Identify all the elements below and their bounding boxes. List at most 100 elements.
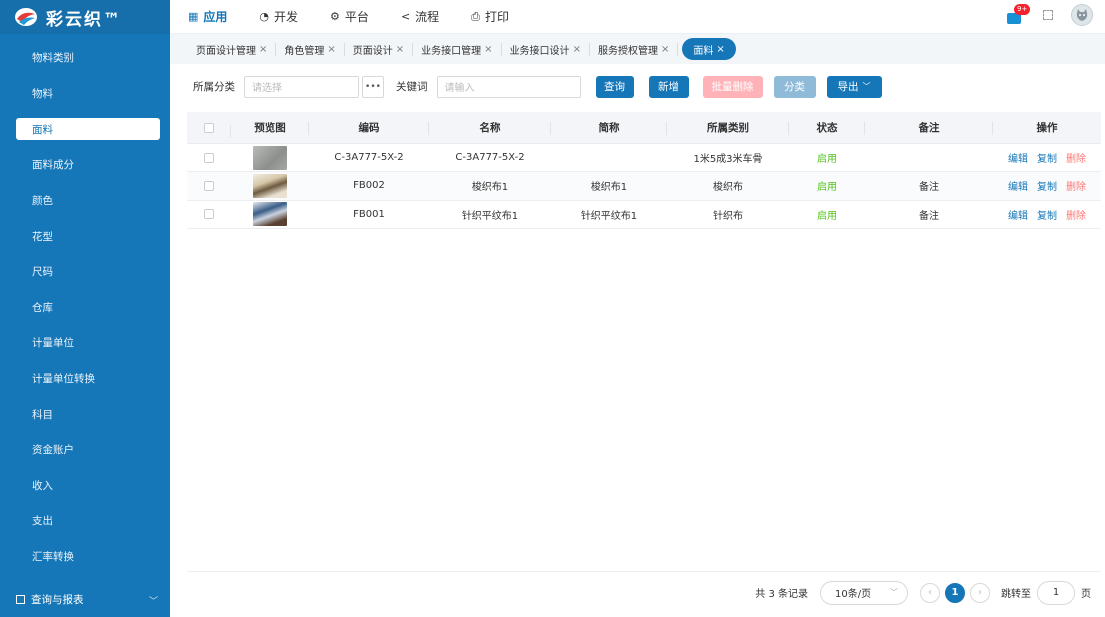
page-size-value: 10条/页 (835, 589, 872, 600)
tab-label: 页面设计管理 (196, 45, 256, 57)
sidebar-item-0[interactable]: 物料类别 (0, 40, 170, 76)
delete-link[interactable]: 删除 (1066, 150, 1086, 165)
preview-cell (231, 202, 309, 227)
jump-page-input[interactable]: 1 (1037, 580, 1075, 605)
filter-bar: 所属分类 请选择 ••• 关键词 请输入 查询 新增 批量删除 分类 导出 ﹀ (170, 64, 1105, 109)
sidebar-item-13[interactable]: 支出 (0, 503, 170, 539)
tab-6[interactable]: 面料 × (682, 38, 736, 60)
next-page-button[interactable]: › (970, 582, 990, 603)
col-preview: 预览图 (231, 120, 309, 135)
preview-cell (231, 173, 309, 198)
sidebar-item-11[interactable]: 资金账户 (0, 432, 170, 468)
actions-cell: 编辑 复制 删除 (993, 178, 1101, 193)
row-checkbox[interactable] (204, 152, 214, 163)
close-icon[interactable]: × (327, 44, 335, 55)
sidebar-item-14[interactable]: 汇率转换 (0, 539, 170, 575)
edit-link[interactable]: 编辑 (1008, 207, 1028, 222)
cell-code: C-3A777-5X-2 (334, 152, 404, 164)
query-button[interactable]: 查询 (595, 75, 634, 98)
keyword-input[interactable]: 请输入 (436, 75, 581, 98)
category-select[interactable]: 请选择 (244, 75, 359, 98)
tab-1[interactable]: 角色管理 × (276, 42, 345, 57)
sidebar-item-7[interactable]: 仓库 (0, 290, 170, 326)
row-select-cell (187, 152, 231, 163)
chevron-left-icon: ‹ (928, 587, 932, 598)
jump-label: 跳转至 (1001, 589, 1031, 600)
table-row: FB001 针织平纹布1 针织平纹布1 针织布 启用 备注 编辑 复制 删除 (187, 201, 1101, 229)
add-button[interactable]: 新增 (648, 75, 689, 98)
topnav-item-3[interactable]: < 流程 (401, 8, 439, 25)
topnav-label: 平台 (344, 10, 369, 24)
sidebar-item-9[interactable]: 计量单位转换 (0, 361, 170, 397)
grid-icon: ▦ (188, 10, 199, 23)
top-right-tools: 9+ (1007, 4, 1093, 26)
tab-5[interactable]: 服务授权管理 × (590, 42, 679, 57)
sidebar-item-5[interactable]: 花型 (0, 218, 170, 254)
cat-avatar-icon (1076, 9, 1088, 21)
row-checkbox[interactable] (204, 180, 214, 191)
cell-short: 梭织布1 (590, 182, 628, 194)
tab-3[interactable]: 业务接口管理 × (413, 42, 502, 57)
sidebar-group-label: 查询与报表 (31, 593, 84, 606)
tab-4[interactable]: 业务接口设计 × (502, 42, 590, 57)
copy-link[interactable]: 复制 (1037, 207, 1057, 222)
share-icon: < (400, 10, 411, 23)
export-button[interactable]: 导出 ﹀ (826, 75, 882, 98)
row-actions: 编辑 复制 删除 (1008, 207, 1086, 222)
avatar[interactable] (1071, 4, 1093, 26)
preview-thumbnail[interactable] (253, 202, 287, 227)
more-icon[interactable]: ••• (362, 75, 384, 98)
cell-category: 针织布 (713, 210, 743, 222)
row-checkbox[interactable] (204, 209, 214, 220)
close-icon[interactable]: × (573, 44, 581, 55)
close-icon[interactable]: × (716, 44, 724, 55)
close-icon[interactable]: × (396, 44, 404, 55)
sidebar-item-12[interactable]: 收入 (0, 468, 170, 504)
sidebar-item-10[interactable]: 科目 (0, 396, 170, 432)
preview-thumbnail[interactable] (253, 173, 287, 198)
delete-link[interactable]: 删除 (1066, 178, 1086, 193)
prev-page-button[interactable]: ‹ (920, 582, 940, 603)
page-number-button[interactable]: 1 (945, 582, 965, 603)
message-icon[interactable]: 9+ (1007, 4, 1031, 24)
close-icon[interactable]: × (484, 44, 492, 55)
fullscreen-icon[interactable] (1043, 10, 1053, 20)
classify-button[interactable]: 分类 (773, 75, 816, 98)
cell-name: C-3A777-5X-2 (455, 152, 525, 164)
topnav-item-2[interactable]: ⚙ 平台 (330, 8, 369, 25)
batch-delete-button[interactable]: 批量删除 (702, 75, 763, 98)
sidebar-item-8[interactable]: 计量单位 (0, 325, 170, 361)
topnav-item-0[interactable]: ▦ 应用 (188, 8, 227, 25)
sidebar-menu: 物料类别 物料面料面料成分 颜色 花型 尺码 仓库 计量单位 计量单位转换 科目 资金账户 收入 支出… (0, 40, 170, 574)
copy-link[interactable]: 复制 (1037, 150, 1057, 165)
edit-link[interactable]: 编辑 (1008, 178, 1028, 193)
tab-label: 页面设计 (352, 45, 393, 57)
delete-link[interactable]: 删除 (1066, 207, 1086, 222)
col-remark: 备注 (865, 120, 993, 135)
sidebar-item-6[interactable]: 尺码 (0, 254, 170, 290)
topnav-label: 开发 (274, 10, 299, 24)
page-size-select[interactable]: 10条/页 ﹀ (820, 580, 908, 605)
page-suffix: 页 (1081, 589, 1091, 600)
close-icon[interactable]: × (661, 44, 669, 55)
notification-badge: 9+ (1014, 4, 1031, 15)
topnav-item-4[interactable]: ⎙ 打印 (471, 8, 509, 25)
close-icon[interactable]: × (259, 44, 267, 55)
table-header: 预览图 编码 名称 简称 所属类别 状态 备注 操作 (187, 112, 1101, 144)
tab-2[interactable]: 页面设计 × (345, 42, 414, 57)
copy-link[interactable]: 复制 (1037, 178, 1057, 193)
col-status: 状态 (789, 120, 865, 135)
preview-thumbnail[interactable] (253, 145, 287, 170)
tab-0[interactable]: 页面设计管理 × (196, 42, 277, 57)
pagination: 共 3 条记录 10条/页 ﹀ ‹ 1 › 跳转至 1 页 (187, 571, 1101, 613)
sidebar-item-4[interactable]: 颜色 (0, 183, 170, 219)
topnav-item-1[interactable]: ◔ 开发 (259, 8, 298, 25)
sidebar-item-2[interactable]: 面料 (16, 118, 160, 141)
sidebar-item-1[interactable]: 物料 (0, 76, 170, 112)
app-logo[interactable]: 彩云织™ (0, 0, 170, 34)
select-all-checkbox[interactable] (204, 122, 214, 133)
sidebar-item-3[interactable]: 面料成分 (0, 147, 170, 183)
sidebar-group-reports[interactable]: 查询与报表 ﹀ (0, 581, 170, 617)
edit-link[interactable]: 编辑 (1008, 150, 1028, 165)
cell-category: 梭织布 (713, 182, 743, 194)
